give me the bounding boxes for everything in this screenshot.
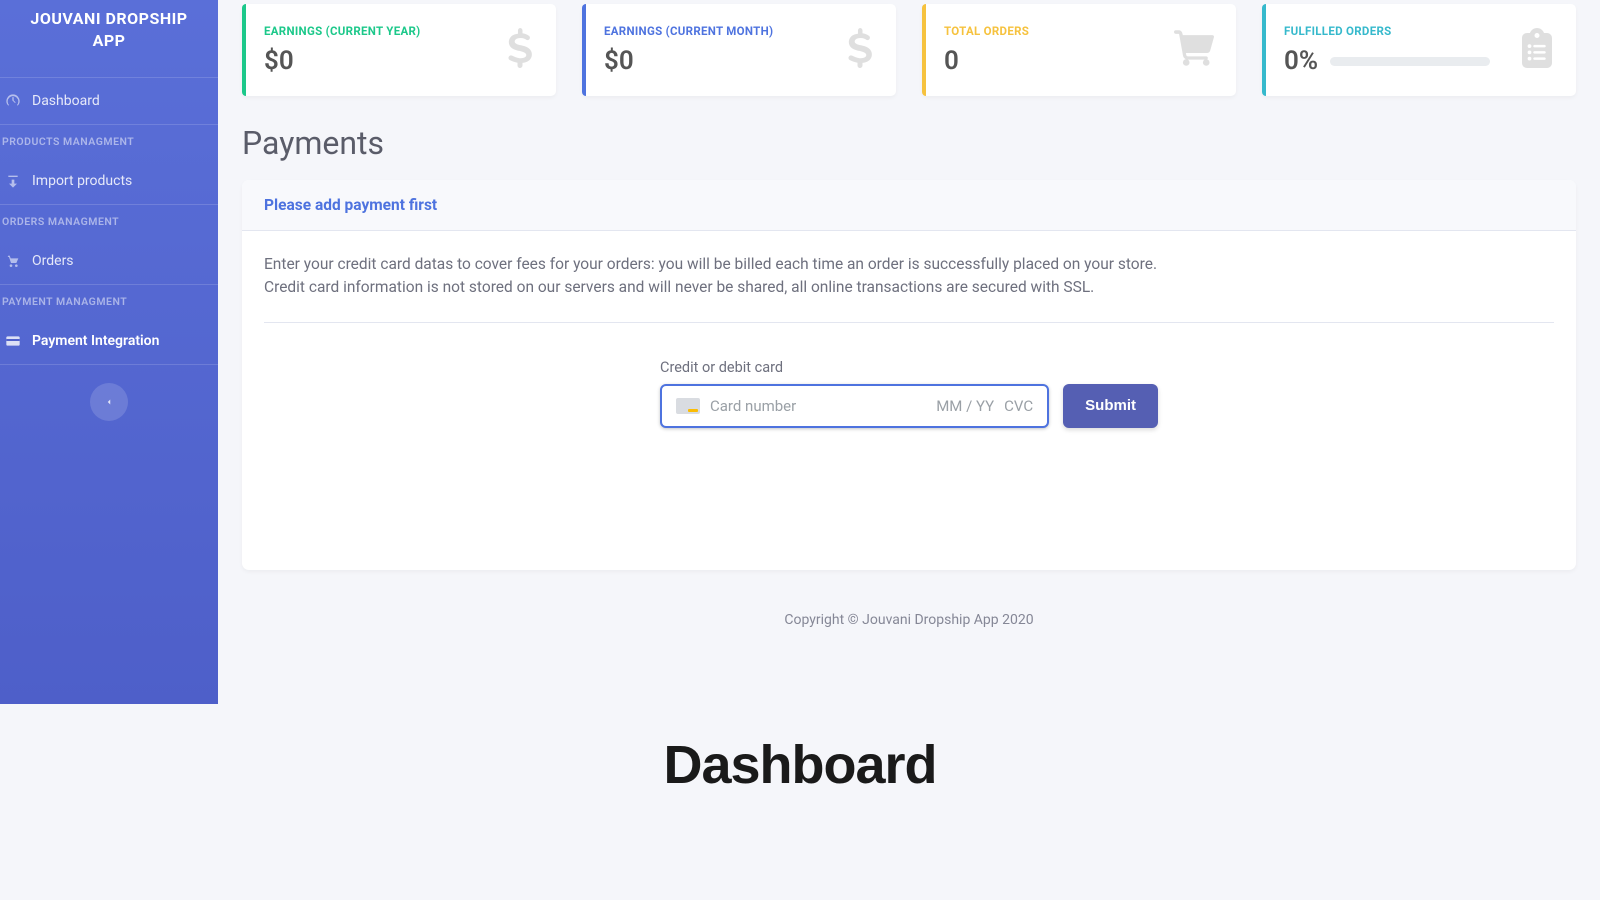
sidebar-item-dashboard[interactable]: Dashboard [0,77,218,125]
credit-card-icon [676,398,700,414]
sidebar-item-label: Payment Integration [32,333,159,349]
app-title: JOUVANI DROPSHIP APP [0,0,218,73]
submit-button[interactable]: Submit [1063,384,1158,428]
sidebar: JOUVANI DROPSHIP APP Dashboard PRODUCTS … [0,0,218,704]
card-fulfilled-orders: FULFILLED ORDERS 0% [1262,4,1576,96]
card-label: EARNINGS (CURRENT YEAR) [264,24,421,38]
panel-header: Please add payment first [242,180,1576,231]
card-earnings-month: EARNINGS (CURRENT MONTH) $0 [582,4,896,96]
clipboard-list-icon [1520,28,1554,72]
dollar-icon [506,28,534,72]
download-icon [4,172,22,190]
cart-plus-icon [1174,29,1214,71]
card-total-orders: TOTAL ORDERS 0 [922,4,1236,96]
sidebar-section-orders: ORDERS MANAGMENT [0,205,218,238]
dashboard-icon [4,92,22,110]
card-placeholder: Card number [710,397,926,415]
card-value: 0% [1284,46,1318,76]
sidebar-item-orders[interactable]: Orders [0,238,218,285]
card-earnings-year: EARNINGS (CURRENT YEAR) $0 [242,4,556,96]
footer-text: Copyright © Jouvani Dropship App 2020 [242,600,1576,648]
card-input[interactable]: Card number MM / YY CVC [660,384,1049,428]
credit-card-icon [4,332,22,350]
card-expiry-placeholder: MM / YY [936,397,994,415]
card-value: $0 [604,46,773,76]
big-dashboard-label: Dashboard [0,734,1600,796]
panel-description-1: Enter your credit card datas to cover fe… [264,253,1554,276]
payments-panel: Please add payment first Enter your cred… [242,180,1576,570]
chevron-left-icon [104,397,114,407]
card-value: 0 [944,46,1029,76]
progress-bar [1330,57,1490,66]
cart-icon [4,252,22,270]
sidebar-item-label: Orders [32,253,74,269]
sidebar-section-payment: PAYMENT MANAGMENT [0,285,218,318]
card-label: TOTAL ORDERS [944,24,1029,38]
page-title: Payments [242,124,1576,162]
panel-description-2: Credit card information is not stored on… [264,276,1554,299]
main-content: EARNINGS (CURRENT YEAR) $0 EARNINGS (CUR… [218,0,1600,704]
dollar-icon [846,28,874,72]
sidebar-item-label: Dashboard [32,93,100,109]
sidebar-section-products: PRODUCTS MANAGMENT [0,125,218,158]
sidebar-collapse-button[interactable] [90,383,128,421]
card-cvc-placeholder: CVC [1004,397,1033,415]
card-label: FULFILLED ORDERS [1284,24,1490,38]
sidebar-item-payment-integration[interactable]: Payment Integration [0,318,218,365]
sidebar-item-import-products[interactable]: Import products [0,158,218,205]
card-value: $0 [264,46,421,76]
card-label: EARNINGS (CURRENT MONTH) [604,24,773,38]
sidebar-item-label: Import products [32,173,132,189]
card-label: Credit or debit card [660,359,1049,376]
